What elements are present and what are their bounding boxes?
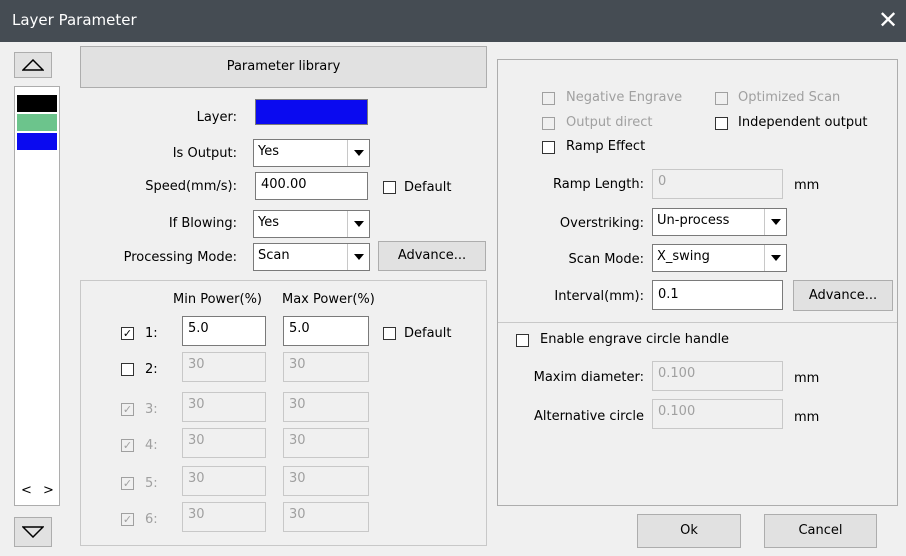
power-row-5-label: 5:	[145, 476, 158, 491]
if-blowing-value: Yes	[258, 215, 279, 230]
power-row-3-label: 3:	[145, 402, 158, 417]
optimized-scan-label: Optimized Scan	[738, 90, 841, 105]
triangle-down-icon	[21, 526, 45, 539]
scroll-left-icon[interactable]: <	[21, 483, 32, 498]
optimized-scan-checkbox[interactable]	[715, 92, 728, 105]
power-row-4-checkbox[interactable]: ✓	[121, 439, 134, 452]
enable-circle-checkbox[interactable]	[516, 334, 529, 347]
scan-mode-value: X_swing	[657, 249, 710, 264]
chevron-down-icon	[347, 244, 369, 270]
speed-default-label: Default	[404, 180, 452, 195]
overstriking-select[interactable]: Un-process	[652, 208, 787, 236]
if-blowing-select[interactable]: Yes	[253, 210, 370, 238]
negative-engrave-label: Negative Engrave	[566, 90, 683, 105]
power-row-6-checkbox[interactable]: ✓	[121, 513, 134, 526]
output-direct-label: Output direct	[566, 115, 653, 130]
power-row-4-max-input[interactable]: 30	[283, 428, 369, 458]
power-row-3-min-input[interactable]: 30	[182, 392, 266, 422]
power-row-1-checkbox[interactable]: ✓	[121, 327, 134, 340]
speed-default-checkbox[interactable]	[383, 181, 396, 194]
power-row-1-label: 1:	[145, 326, 158, 341]
power-row-5-checkbox[interactable]: ✓	[121, 477, 134, 490]
power-row-2-checkbox[interactable]	[121, 363, 134, 376]
power-row-6-max-input[interactable]: 30	[283, 502, 369, 532]
divider	[498, 322, 897, 323]
scroll-right-icon[interactable]: >	[43, 483, 54, 498]
power-row-1-max-input[interactable]: 5.0	[283, 316, 369, 346]
scan-mode-select[interactable]: X_swing	[652, 244, 787, 272]
is-output-select[interactable]: Yes	[253, 139, 370, 167]
layer-swatch-black[interactable]	[17, 95, 57, 112]
independent-output-checkbox[interactable]	[715, 117, 728, 130]
min-power-header: Min Power(%)	[173, 292, 263, 307]
layer-label: Layer:	[196, 110, 237, 125]
triangle-up-icon	[21, 58, 45, 71]
negative-engrave-checkbox[interactable]	[542, 92, 555, 105]
window-title: Layer Parameter	[12, 11, 137, 29]
alternative-circle-unit: mm	[794, 410, 820, 425]
cancel-button[interactable]: Cancel	[764, 514, 877, 548]
alternative-circle-input[interactable]: 0.100	[652, 399, 783, 429]
power-row-5-max-input[interactable]: 30	[283, 466, 369, 496]
speed-label: Speed(mm/s):	[145, 179, 237, 194]
right-advance-button[interactable]: Advance...	[793, 280, 893, 311]
ramp-effect-label: Ramp Effect	[566, 139, 646, 154]
interval-input[interactable]: 0.1	[652, 280, 783, 310]
is-output-value: Yes	[258, 144, 279, 159]
layer-swatch-blue[interactable]	[17, 133, 57, 150]
power-default-checkbox[interactable]	[383, 327, 396, 340]
layer-list[interactable]: < >	[14, 86, 60, 506]
maxim-diameter-input[interactable]: 0.100	[652, 361, 783, 391]
left-advance-button[interactable]: Advance...	[378, 241, 486, 271]
overstriking-label: Overstriking:	[559, 216, 644, 231]
scan-mode-label: Scan Mode:	[568, 252, 644, 267]
maxim-diameter-label: Maxim diameter:	[533, 370, 644, 385]
ramp-length-unit: mm	[794, 178, 820, 193]
power-row-2-max-input[interactable]: 30	[283, 352, 369, 382]
chevron-down-icon	[347, 140, 369, 166]
power-default-label: Default	[404, 326, 452, 341]
layer-color-swatch[interactable]	[255, 99, 368, 125]
power-row-6-min-input[interactable]: 30	[182, 502, 266, 532]
is-output-label: Is Output:	[172, 146, 237, 161]
power-row-3-checkbox[interactable]: ✓	[121, 403, 134, 416]
close-icon[interactable]: ✕	[873, 5, 903, 35]
power-row-4-min-input[interactable]: 30	[182, 428, 266, 458]
processing-mode-select[interactable]: Scan	[253, 243, 370, 271]
overstriking-value: Un-process	[657, 213, 730, 228]
enable-circle-label: Enable engrave circle handle	[540, 332, 730, 347]
interval-label: Interval(mm):	[554, 289, 644, 304]
processing-mode-value: Scan	[258, 248, 290, 263]
output-direct-checkbox[interactable]	[542, 117, 555, 130]
chevron-down-icon	[347, 211, 369, 237]
ramp-length-input[interactable]: 0	[652, 169, 783, 199]
power-row-2-label: 2:	[145, 362, 158, 377]
independent-output-label: Independent output	[738, 115, 868, 130]
power-row-1-min-input[interactable]: 5.0	[182, 316, 266, 346]
ramp-length-label: Ramp Length:	[553, 177, 644, 192]
maxim-diameter-unit: mm	[794, 371, 820, 386]
power-row-5-min-input[interactable]: 30	[182, 466, 266, 496]
ramp-effect-checkbox[interactable]	[542, 141, 555, 154]
power-row-4-label: 4:	[145, 438, 158, 453]
if-blowing-label: If Blowing:	[168, 216, 237, 231]
power-row-3-max-input[interactable]: 30	[283, 392, 369, 422]
layer-swatch-green[interactable]	[17, 114, 57, 131]
chevron-down-icon	[764, 245, 786, 271]
processing-mode-label: Processing Mode:	[123, 250, 237, 265]
chevron-down-icon	[764, 209, 786, 235]
max-power-header: Max Power(%)	[282, 292, 375, 307]
power-row-2-min-input[interactable]: 30	[182, 352, 266, 382]
scroll-up-button[interactable]	[14, 52, 52, 78]
speed-input[interactable]: 400.00	[255, 172, 368, 200]
parameter-library-button[interactable]: Parameter library	[80, 46, 487, 88]
scroll-down-button[interactable]	[14, 517, 52, 547]
alternative-circle-label: Alternative circle	[533, 409, 644, 424]
ok-button[interactable]: Ok	[637, 514, 741, 548]
power-row-6-label: 6:	[145, 512, 158, 527]
